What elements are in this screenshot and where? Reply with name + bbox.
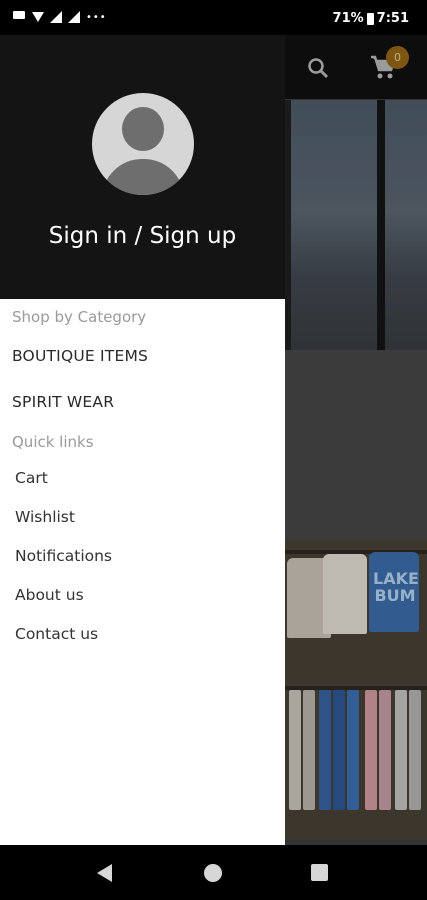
app-background: 0 LAKE BUM [285,35,427,845]
avatar-icon[interactable] [92,93,194,195]
battery-icon [366,12,374,25]
status-icons-right: 71% 7:51 [333,11,409,26]
quick-link-contact-us[interactable]: Contact us [15,625,98,643]
drawer-header: Sign in / Sign up [0,35,285,299]
quick-links-label: Quick links [12,433,94,451]
system-nav-bar [0,845,427,900]
back-icon[interactable] [97,864,112,882]
notification-icon [12,9,26,25]
status-icons-left: ••• [12,9,107,25]
category-boutique-items[interactable]: BOUTIQUE ITEMS [12,347,148,365]
wifi-icon [32,12,44,22]
battery-percent: 71% [332,11,364,26]
category-spirit-wear[interactable]: SPIRIT WEAR [12,393,114,411]
quick-link-cart[interactable]: Cart [15,469,48,487]
status-bar: ••• 71% 7:51 [0,0,427,35]
navigation-drawer: Sign in / Sign up Shop by Category BOUTI… [0,35,285,845]
recent-apps-icon[interactable] [311,864,328,881]
shop-by-category-label: Shop by Category [12,308,147,326]
signal-icon-2 [68,11,80,23]
quick-link-notifications[interactable]: Notifications [15,547,112,565]
signal-icon [50,11,62,23]
sign-in-button[interactable]: Sign in / Sign up [0,223,285,249]
more-dots-icon: ••• [86,11,107,23]
quick-link-wishlist[interactable]: Wishlist [15,508,75,526]
clock: 7:51 [376,11,409,26]
home-icon[interactable] [204,864,222,882]
quick-link-about-us[interactable]: About us [15,586,84,604]
